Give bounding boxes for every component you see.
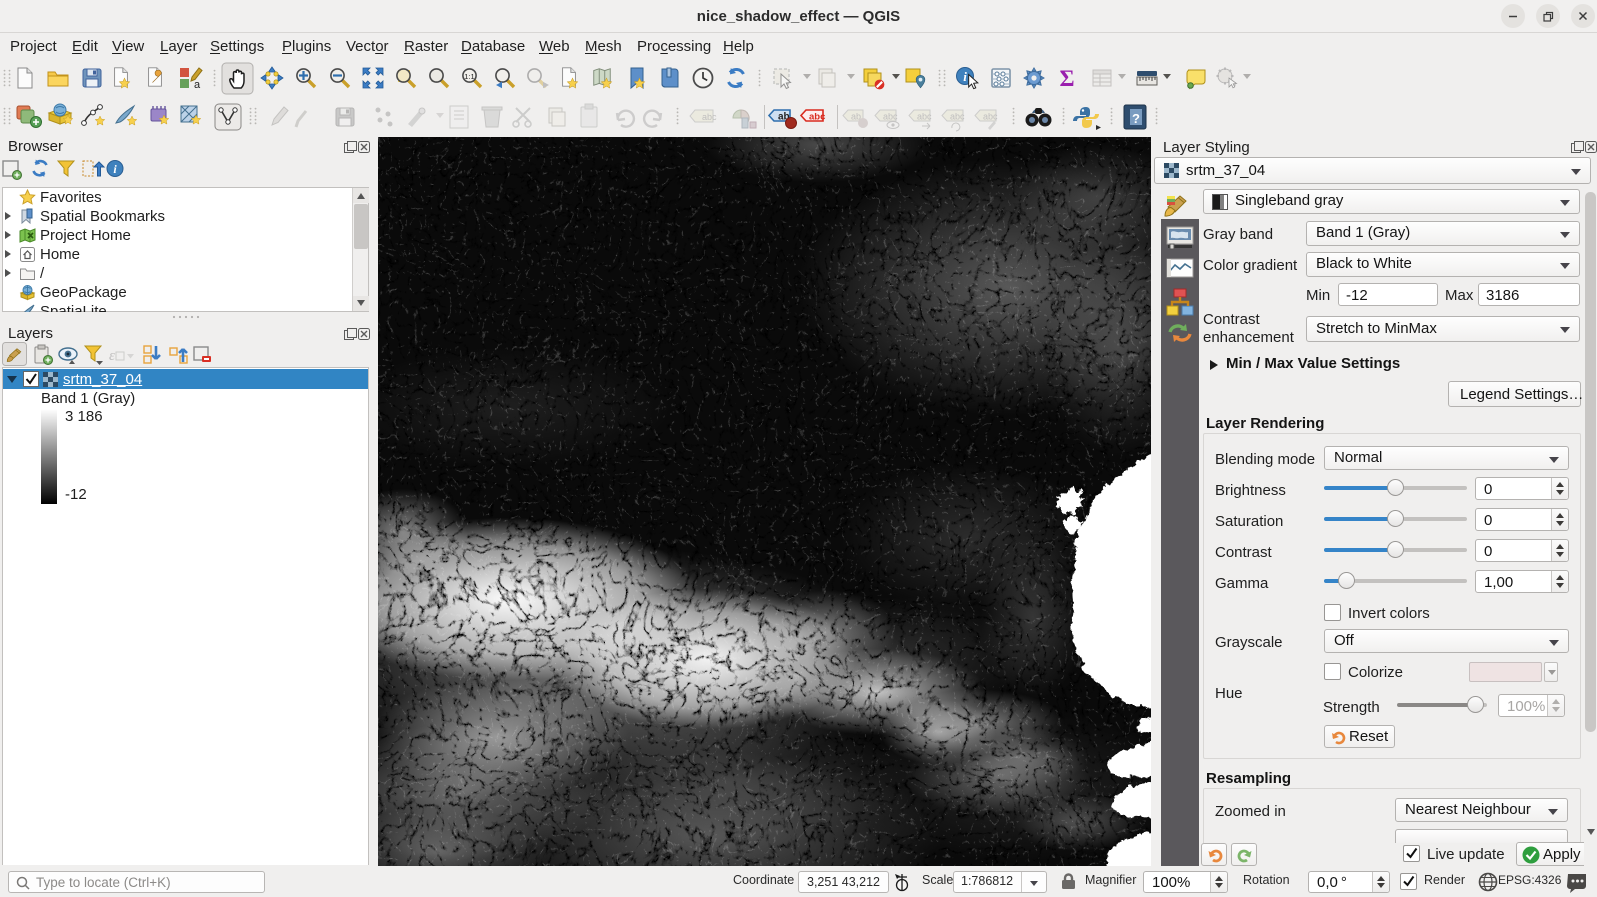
svg-text:abc: abc	[917, 112, 932, 122]
svg-text:ε: ε	[109, 348, 115, 364]
svg-text:abc: abc	[702, 112, 717, 122]
svg-text:abc: abc	[983, 112, 998, 122]
svg-text:abc: abc	[883, 112, 898, 122]
svg-text:?: ?	[1132, 111, 1140, 126]
svg-text:abc: abc	[950, 112, 965, 122]
svg-text:a: a	[194, 79, 201, 91]
svg-text:abc: abc	[809, 112, 825, 123]
svg-text:1:1: 1:1	[464, 72, 474, 81]
